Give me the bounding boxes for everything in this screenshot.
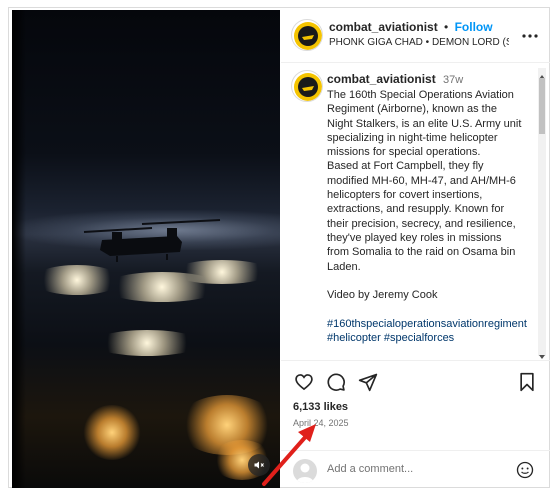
follow-button[interactable]: Follow [455, 20, 493, 34]
header-line: combat_aviationist • Follow [329, 20, 493, 34]
avatar[interactable] [291, 19, 323, 51]
comment-input[interactable]: Add a comment... [327, 463, 413, 475]
caption-username[interactable]: combat_aviationist [327, 72, 436, 86]
helicopter-silhouette [83, 219, 221, 262]
scrollbar-thumb[interactable] [539, 78, 545, 134]
post-details-panel: combat_aviationist • Follow PHONK GIGA C… [281, 8, 550, 487]
scroll-up-icon[interactable] [538, 68, 546, 79]
caption-time[interactable]: 37w [443, 74, 463, 86]
more-options-icon[interactable] [522, 28, 538, 44]
bookmark-icon[interactable] [516, 371, 538, 393]
audio-attribution[interactable]: PHONK GIGA CHAD • DEMON LORD (SI... [329, 37, 509, 48]
separator-dot: • [444, 20, 449, 34]
hashtag-links[interactable]: #160thspecialoperationsaviationregiment … [327, 318, 530, 344]
scroll-down-icon[interactable] [538, 348, 546, 359]
post-modal: combat_aviationist • Follow PHONK GIGA C… [8, 7, 550, 488]
city-lights [92, 330, 202, 356]
caption-scrollbar[interactable] [538, 68, 546, 359]
heart-icon[interactable] [293, 371, 315, 393]
post-video[interactable] [12, 10, 280, 488]
comment-icon[interactable] [325, 371, 347, 393]
caption-body: The 160th Special Operations Aviation Re… [327, 89, 522, 302]
share-icon[interactable] [357, 371, 379, 393]
caption-text: The 160th Special Operations Aviation Re… [327, 88, 527, 345]
caption-header: combat_aviationist 37w [327, 72, 463, 86]
post-header: combat_aviationist • Follow PHONK GIGA C… [281, 8, 550, 63]
window-frame-shadow [12, 10, 26, 488]
fire-glow [82, 405, 142, 460]
caption-section: combat_aviationist 37w The 160th Special… [281, 64, 550, 360]
avatar[interactable] [291, 70, 323, 102]
username-link[interactable]: combat_aviationist [329, 20, 438, 34]
emoji-icon[interactable] [516, 461, 534, 484]
annotation-arrow-icon [262, 424, 316, 486]
like-count[interactable]: 6,133 likes [293, 401, 348, 413]
